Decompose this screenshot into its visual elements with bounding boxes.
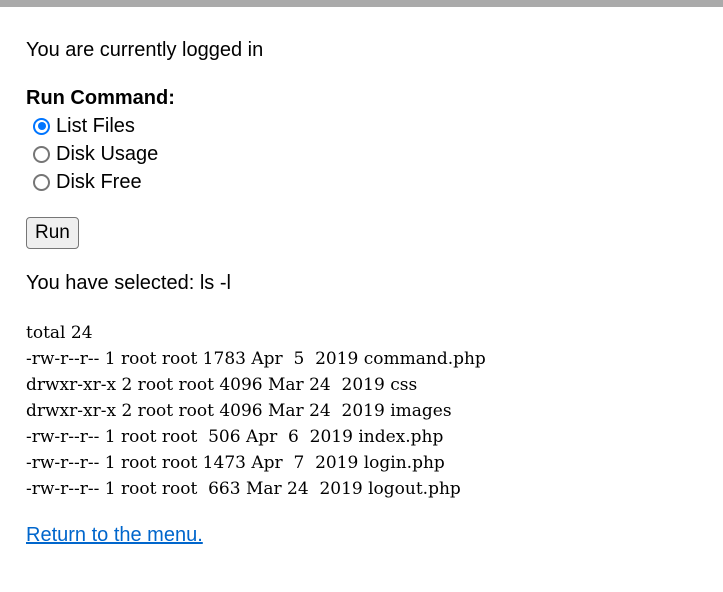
return-to-menu-link[interactable]: Return to the menu. [26, 523, 203, 547]
login-status-text: You are currently logged in [26, 39, 264, 61]
run-command-label: Run Command: [26, 87, 175, 109]
option-label-list-files: List Files [56, 114, 135, 137]
output-line: -rw-r--r-- 1 root root 1783 Apr 5 2019 c… [26, 349, 486, 369]
output-line: drwxr-xr-x 2 root root 4096 Mar 24 2019 … [26, 375, 418, 395]
radio-list-files[interactable] [33, 117, 50, 135]
output-line: total 24 [26, 323, 93, 343]
option-disk-usage[interactable]: Disk Usage [33, 140, 158, 168]
output-line: drwxr-xr-x 2 root root 4096 Mar 24 2019 … [26, 401, 452, 421]
output-line: -rw-r--r-- 1 root root 1473 Apr 7 2019 l… [26, 453, 445, 473]
command-output: total 24 -rw-r--r-- 1 root root 1783 Apr … [26, 320, 486, 502]
top-border-bar [0, 0, 723, 7]
radio-disk-free[interactable] [33, 173, 50, 191]
option-disk-free[interactable]: Disk Free [33, 168, 142, 196]
selected-command-text: You have selected: ls -l [26, 272, 231, 294]
radio-disk-usage[interactable] [33, 145, 50, 163]
option-list-files[interactable]: List Files [33, 112, 135, 140]
option-label-disk-usage: Disk Usage [56, 142, 159, 165]
run-button[interactable]: Run [26, 217, 79, 249]
option-label-disk-free: Disk Free [56, 170, 142, 193]
output-line: -rw-r--r-- 1 root root 663 Mar 24 2019 l… [26, 479, 461, 499]
output-line: -rw-r--r-- 1 root root 506 Apr 6 2019 in… [26, 427, 444, 447]
